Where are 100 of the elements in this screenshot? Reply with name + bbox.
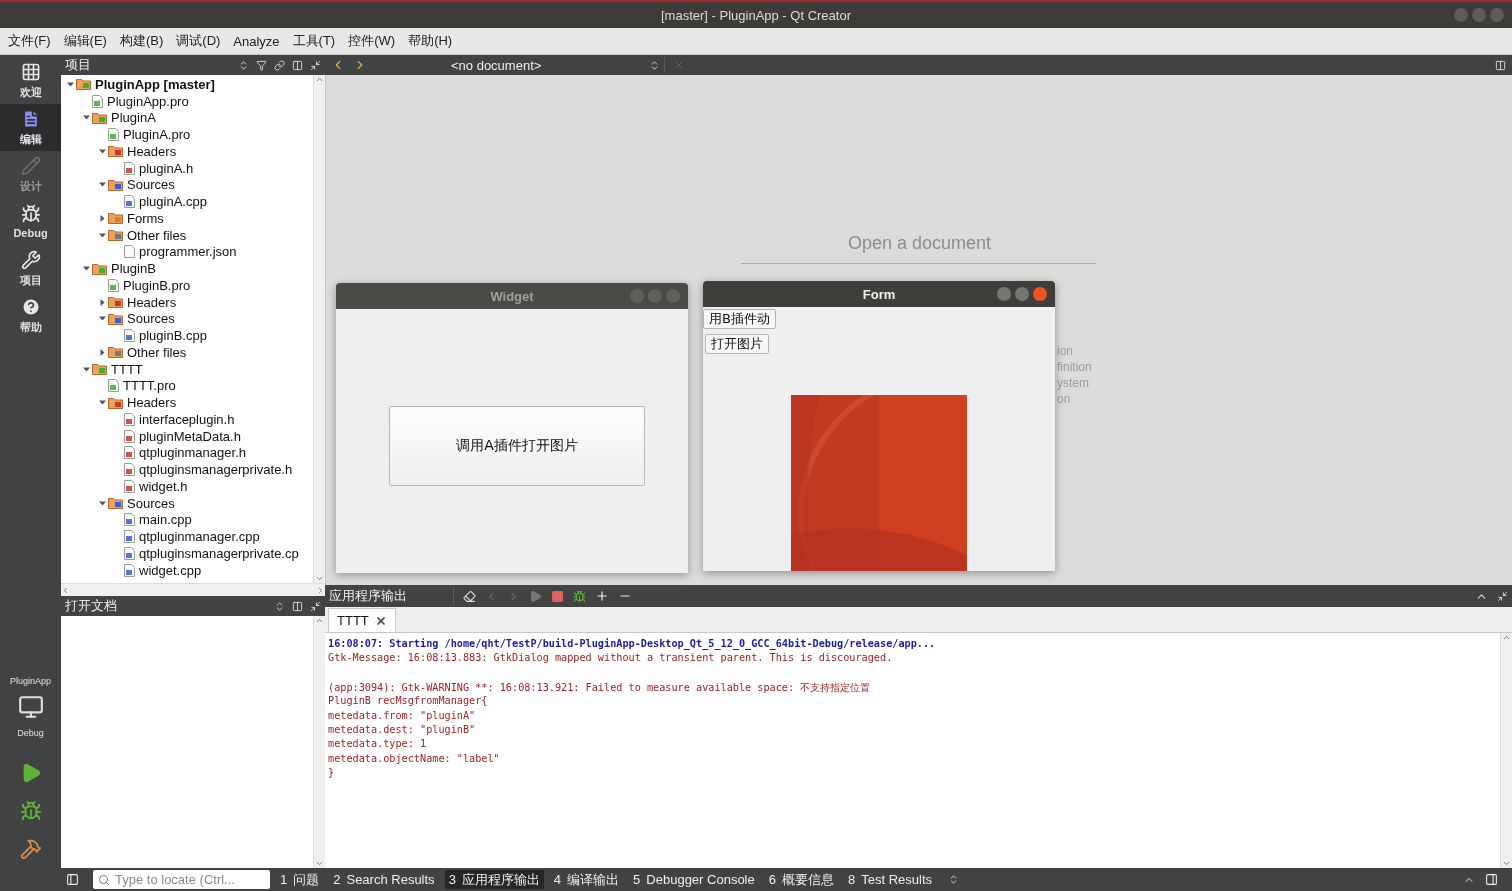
output-pane-tab[interactable]: 2 Search Results (329, 870, 439, 889)
output-pane-tab[interactable]: 6 概要信息 (764, 870, 838, 889)
scroll-down-icon[interactable] (315, 574, 324, 583)
output-pane-tab[interactable]: 5 Debugger Console (629, 870, 759, 889)
menu-item[interactable]: Analyze (233, 33, 280, 49)
link-icon[interactable] (274, 59, 285, 71)
scroll-up-icon[interactable] (1502, 633, 1511, 642)
hammer-icon[interactable] (19, 838, 42, 860)
debug-run-icon[interactable] (573, 589, 586, 603)
scroll-right-icon[interactable] (316, 585, 325, 595)
tree-item[interactable]: Forms (127, 210, 164, 226)
menu-item[interactable]: 调试(D) (176, 32, 221, 50)
tree-item[interactable]: TTTT.pro (123, 378, 176, 394)
tree-item[interactable]: widget.cpp (139, 562, 202, 578)
sidebar-toggle-icon[interactable] (66, 873, 79, 886)
document-combo[interactable]: <no document> (375, 57, 665, 73)
maximize-button[interactable] (1015, 287, 1029, 301)
split-icon[interactable] (1495, 59, 1506, 71)
expanded-arrow-icon[interactable] (98, 181, 106, 189)
menu-item[interactable]: 编辑(E) (63, 32, 107, 50)
zoom-in-icon[interactable] (595, 589, 609, 603)
debug-run-icon[interactable] (19, 800, 42, 822)
scroll-up-icon[interactable] (315, 616, 324, 625)
tree-item[interactable]: Headers (127, 143, 177, 159)
output-pane-tab[interactable]: 4 编译输出 (549, 870, 624, 889)
clear-icon[interactable] (463, 589, 476, 603)
close-panel-icon[interactable] (310, 59, 321, 71)
tree-item[interactable]: PluginA (111, 110, 156, 126)
menu-item[interactable]: 工具(T) (292, 32, 336, 50)
expanded-arrow-icon[interactable] (98, 499, 106, 507)
bug-icon[interactable] (20, 204, 41, 224)
grid-icon[interactable] (20, 61, 41, 82)
tree-item[interactable]: PluginApp [master] (95, 76, 215, 92)
tree-item[interactable]: qtpluginmanager.h (139, 445, 246, 461)
scroll-up-icon[interactable] (315, 75, 324, 84)
scroll-down-icon[interactable] (1502, 859, 1511, 868)
expanded-arrow-icon[interactable] (98, 147, 106, 155)
tree-item[interactable]: Sources (127, 311, 175, 327)
tree-item[interactable]: PluginB.pro (123, 277, 191, 293)
filter-icon[interactable] (256, 59, 267, 71)
scroll-left-icon[interactable] (61, 585, 70, 595)
wrench-icon[interactable] (20, 249, 41, 270)
tree-item[interactable]: interfaceplugin.h (139, 411, 235, 427)
tree-item[interactable]: PluginApp.pro (107, 93, 189, 109)
close-panel-icon[interactable] (1497, 590, 1508, 602)
help-icon[interactable] (20, 296, 41, 317)
expanded-arrow-icon[interactable] (82, 114, 90, 122)
mode-button[interactable]: Debug (0, 198, 61, 245)
tree-item[interactable]: pluginMetaData.h (139, 428, 241, 444)
menu-item[interactable]: 构建(B) (119, 32, 164, 50)
push-button[interactable]: 调用A插件打开图片 (389, 406, 645, 486)
tree-item[interactable]: pluginA.cpp (139, 194, 207, 210)
output-pane-tab[interactable]: 3 应用程序输出 (444, 870, 544, 889)
updown-icon[interactable] (649, 59, 660, 71)
expanded-arrow-icon[interactable] (82, 265, 90, 273)
expanded-arrow-icon[interactable] (98, 315, 106, 323)
menu-item[interactable]: 文件(F) (8, 32, 51, 50)
tree-item[interactable]: qtpluginsmanagerprivate.cp (139, 545, 299, 561)
tree-item[interactable]: qtpluginsmanagerprivate.h (139, 462, 293, 478)
locator-field[interactable]: Type to locate (Ctrl... (93, 870, 270, 889)
tree-item[interactable]: PluginA.pro (123, 127, 191, 143)
search-icon[interactable] (98, 873, 110, 886)
tree-item[interactable]: Sources (127, 177, 175, 193)
tree-item[interactable]: Other files (127, 227, 187, 243)
expanded-arrow-icon[interactable] (98, 231, 106, 239)
expanded-arrow-icon[interactable] (98, 399, 106, 407)
tree-item[interactable]: pluginB.cpp (139, 328, 207, 344)
tree-item[interactable]: pluginA.h (139, 160, 194, 176)
monitor-icon[interactable] (17, 694, 44, 720)
tree-item[interactable]: qtpluginmanager.cpp (139, 529, 260, 545)
tree-item[interactable]: Sources (127, 495, 175, 511)
split-icon[interactable] (292, 59, 303, 71)
split-icon[interactable] (292, 600, 303, 612)
tree-item[interactable]: Headers (127, 294, 177, 310)
collapsed-arrow-icon[interactable] (98, 298, 106, 306)
mode-button[interactable]: 欢迎 (0, 57, 61, 104)
collapsed-arrow-icon[interactable] (98, 214, 106, 222)
output-pane-tab[interactable]: 8 Test Results (843, 870, 936, 889)
tree-item[interactable]: TTTT (111, 361, 143, 377)
expanded-arrow-icon[interactable] (66, 80, 74, 88)
tree-item[interactable]: Headers (127, 395, 177, 411)
updown-icon[interactable] (948, 874, 959, 885)
updown-icon[interactable] (238, 59, 249, 71)
scroll-down-icon[interactable] (315, 859, 324, 868)
output-tab[interactable]: TTTT (328, 608, 396, 632)
rerun-icon[interactable] (529, 589, 542, 603)
minimize-button[interactable] (997, 287, 1011, 301)
mode-button[interactable]: 项目 (0, 245, 61, 292)
collapsed-arrow-icon[interactable] (98, 348, 106, 356)
mode-button[interactable]: 帮助 (0, 292, 61, 339)
menu-item[interactable]: 控件(W) (348, 32, 396, 50)
tree-item[interactable]: programmer.json (139, 244, 237, 260)
tree-item[interactable]: main.cpp (139, 512, 192, 528)
expanded-arrow-icon[interactable] (82, 365, 90, 373)
updown-icon[interactable] (274, 600, 285, 612)
close-panel-icon[interactable] (310, 600, 321, 612)
push-button[interactable]: 打开图片 (705, 334, 769, 354)
output-pane-tab[interactable]: 1 问题 (276, 870, 324, 889)
push-button[interactable]: 用B插件动 (703, 309, 776, 329)
tree-item[interactable]: widget.h (139, 478, 188, 494)
